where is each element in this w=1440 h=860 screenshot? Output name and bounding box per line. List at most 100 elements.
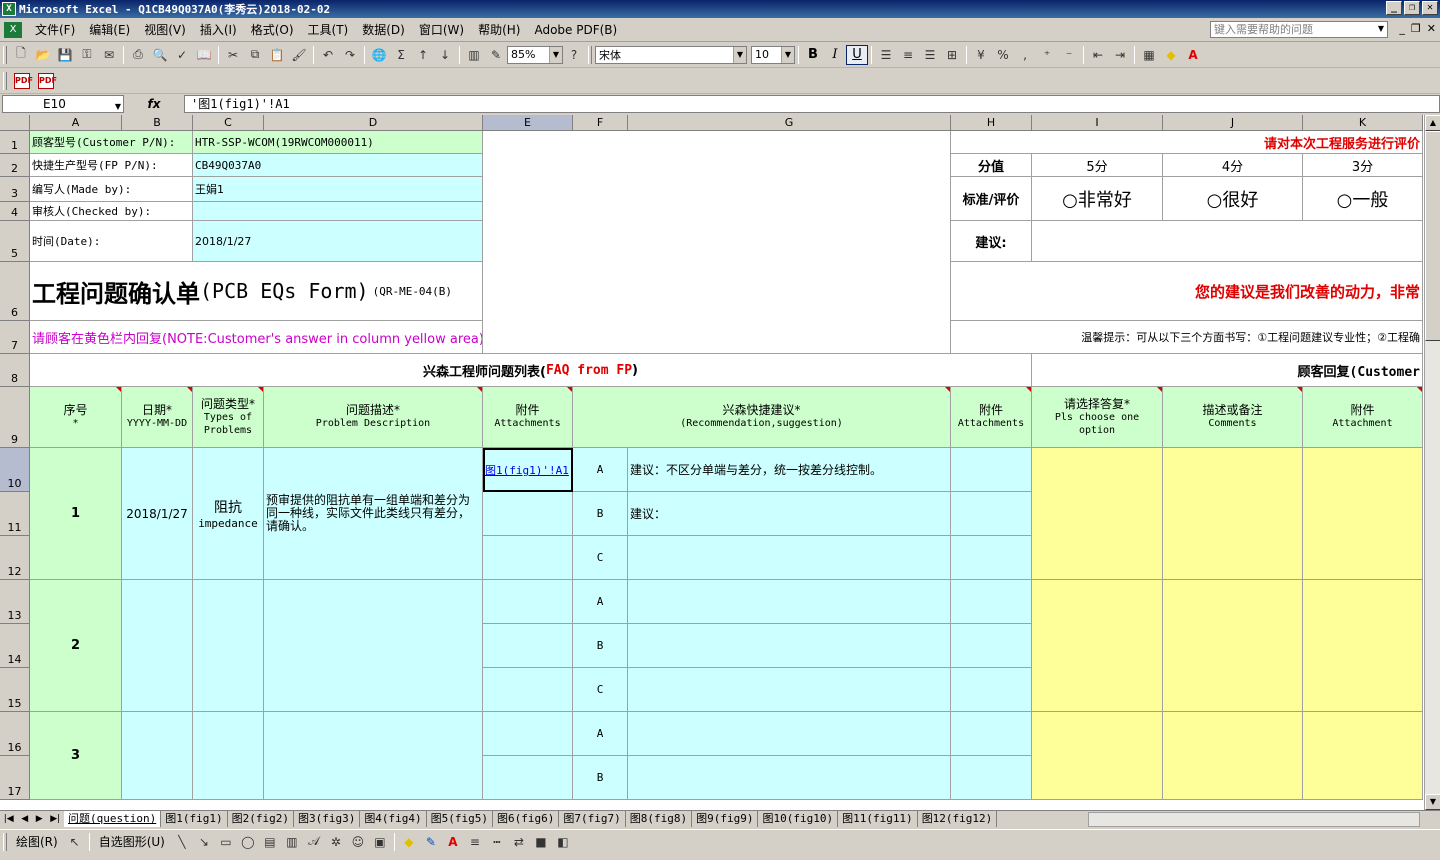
row-header-10[interactable]: 10 [0, 448, 30, 492]
minimize-button[interactable]: _ [1386, 1, 1402, 15]
print-icon[interactable]: ⎙ [127, 44, 149, 66]
customer-comments[interactable] [1163, 580, 1303, 712]
sheet-tab-10[interactable]: 图10(fig10) [758, 811, 839, 827]
option-attachment[interactable] [951, 668, 1032, 712]
fill-color-icon[interactable]: ◆ [398, 831, 420, 853]
row-header-17[interactable]: 17 [0, 756, 30, 800]
picture-icon[interactable]: ▣ [369, 831, 391, 853]
menu-window[interactable]: 窗口(W) [412, 19, 471, 41]
line-icon[interactable]: ╲ [171, 831, 193, 853]
option-attachment[interactable] [951, 536, 1032, 580]
attachment-link[interactable]: 图1(fig1)'!A1 [485, 462, 569, 478]
sheet-tab-1[interactable]: 图1(fig1) [161, 811, 228, 827]
option-text[interactable]: 建议： [628, 492, 951, 536]
chevron-down-icon[interactable]: ▼ [733, 46, 746, 63]
chevron-down-icon[interactable]: ▼ [115, 99, 121, 115]
menu-format[interactable]: 格式(O) [244, 19, 301, 41]
sheet-tab-2[interactable]: 图2(fig2) [227, 811, 294, 827]
row-header-16[interactable]: 16 [0, 712, 30, 756]
row-header-1[interactable]: 1 [0, 131, 30, 154]
item-date[interactable] [122, 580, 193, 712]
option-attachment[interactable] [951, 712, 1032, 756]
open-folder-icon[interactable]: 📂 [32, 44, 54, 66]
sheet-tab-0[interactable]: 问题(question) [64, 811, 162, 827]
option-text[interactable]: 建议：不区分单端与差分，统一按差分线控制。 [628, 448, 951, 492]
row-header-8[interactable]: 8 [0, 354, 30, 387]
row-header-14[interactable]: 14 [0, 624, 30, 668]
row-header-5[interactable]: 5 [0, 221, 30, 262]
new-file-icon[interactable]: 🗋 [10, 44, 32, 66]
sheet-tab-5[interactable]: 图5(fig5) [426, 811, 494, 827]
row-header-11[interactable]: 11 [0, 492, 30, 536]
currency-icon[interactable]: ¥ [970, 44, 992, 66]
column-header-i[interactable]: I [1032, 115, 1163, 131]
chevron-down-icon[interactable]: ▼ [781, 46, 794, 63]
row-header-15[interactable]: 15 [0, 668, 30, 712]
option-text[interactable] [628, 536, 951, 580]
rating-option-0[interactable]: ○非常好 [1032, 177, 1163, 221]
column-header-j[interactable]: J [1163, 115, 1303, 131]
sheet-tab-8[interactable]: 图8(fig8) [625, 811, 693, 827]
sort-descending-icon[interactable]: ↓ [434, 44, 456, 66]
menu-insert[interactable]: 插入(I) [193, 19, 244, 41]
scroll-down-icon[interactable]: ▼ [1425, 794, 1440, 810]
rating-option-2[interactable]: ○一般 [1303, 177, 1423, 221]
doc-minimize-button[interactable]: _ [1399, 22, 1405, 35]
select-all-corner[interactable] [0, 115, 30, 131]
bold-button[interactable]: B [802, 45, 824, 65]
line-style-icon[interactable]: ≡ [464, 831, 486, 853]
spelling-icon[interactable]: ✓ [171, 44, 193, 66]
row-header-2[interactable]: 2 [0, 154, 30, 177]
sheet-tab-7[interactable]: 图7(fig7) [559, 811, 626, 827]
fp-pn-value[interactable]: CB49Q037A0 [193, 154, 483, 177]
item-attachment[interactable] [483, 536, 573, 580]
customer-comments[interactable] [1163, 712, 1303, 800]
hyperlink-icon[interactable]: 🌐 [368, 44, 390, 66]
line-color-icon[interactable]: ✎ [420, 831, 442, 853]
item-attachment[interactable] [483, 624, 573, 668]
item-description[interactable] [264, 580, 483, 712]
item-type[interactable] [193, 580, 264, 712]
zoom-select[interactable]: 85% ▼ [507, 45, 563, 64]
sheet-tab-4[interactable]: 图4(fig4) [360, 811, 427, 827]
item-attachment[interactable] [483, 580, 573, 624]
item-description[interactable]: 预审提供的阻抗单有一组单端和差分为同一种线，实际文件此类线只有差分，请确认。 [264, 448, 483, 580]
option-attachment[interactable] [951, 756, 1032, 800]
copy-icon[interactable]: ⧉ [244, 44, 266, 66]
convert-pdf-icon[interactable]: PDF [14, 72, 33, 89]
menu-view[interactable]: 视图(V) [137, 19, 193, 41]
help-search-input[interactable]: 键入需要帮助的问题 [1210, 21, 1388, 38]
restore-button[interactable]: ❐ [1404, 1, 1420, 15]
row-header-13[interactable]: 13 [0, 580, 30, 624]
menu-data[interactable]: 数据(D) [355, 19, 412, 41]
name-box[interactable]: E10 ▼ [2, 95, 124, 113]
drawing-icon[interactable]: ✎ [485, 44, 507, 66]
first-sheet-icon[interactable]: |◀ [4, 814, 14, 824]
menu-tools[interactable]: 工具(T) [301, 19, 356, 41]
row-header-9[interactable]: 9 [0, 387, 30, 448]
chart-wizard-icon[interactable]: ▥ [463, 44, 485, 66]
horizontal-scrollbar[interactable] [1088, 812, 1420, 827]
item-attachment[interactable] [483, 756, 573, 800]
last-sheet-icon[interactable]: ▶| [50, 814, 60, 824]
draw-menu-button[interactable]: 绘图(R) [10, 833, 64, 850]
insert-function-icon[interactable]: fx [124, 97, 184, 111]
autoshapes-button[interactable]: 自选图形(U) [93, 833, 171, 850]
percent-icon[interactable]: % [992, 44, 1014, 66]
option-text[interactable] [628, 624, 951, 668]
research-icon[interactable]: 📖 [193, 44, 215, 66]
column-header-b[interactable]: B [122, 115, 193, 131]
column-header-k[interactable]: K [1303, 115, 1423, 131]
borders-icon[interactable]: ▦ [1138, 44, 1160, 66]
toolbar-grip[interactable] [3, 45, 7, 64]
paste-icon[interactable]: 📋 [266, 44, 288, 66]
font-color-icon[interactable]: A [1182, 44, 1204, 66]
align-right-icon[interactable]: ☰ [919, 44, 941, 66]
column-header-h[interactable]: H [951, 115, 1032, 131]
print-preview-icon[interactable]: 🔍 [149, 44, 171, 66]
save-icon[interactable]: 💾 [54, 44, 76, 66]
item-attachment[interactable]: 图1(fig1)'!A1 [483, 448, 573, 492]
column-header-a[interactable]: A [30, 115, 122, 131]
prev-sheet-icon[interactable]: ◀ [21, 814, 28, 824]
customer-attachment[interactable] [1303, 580, 1423, 712]
